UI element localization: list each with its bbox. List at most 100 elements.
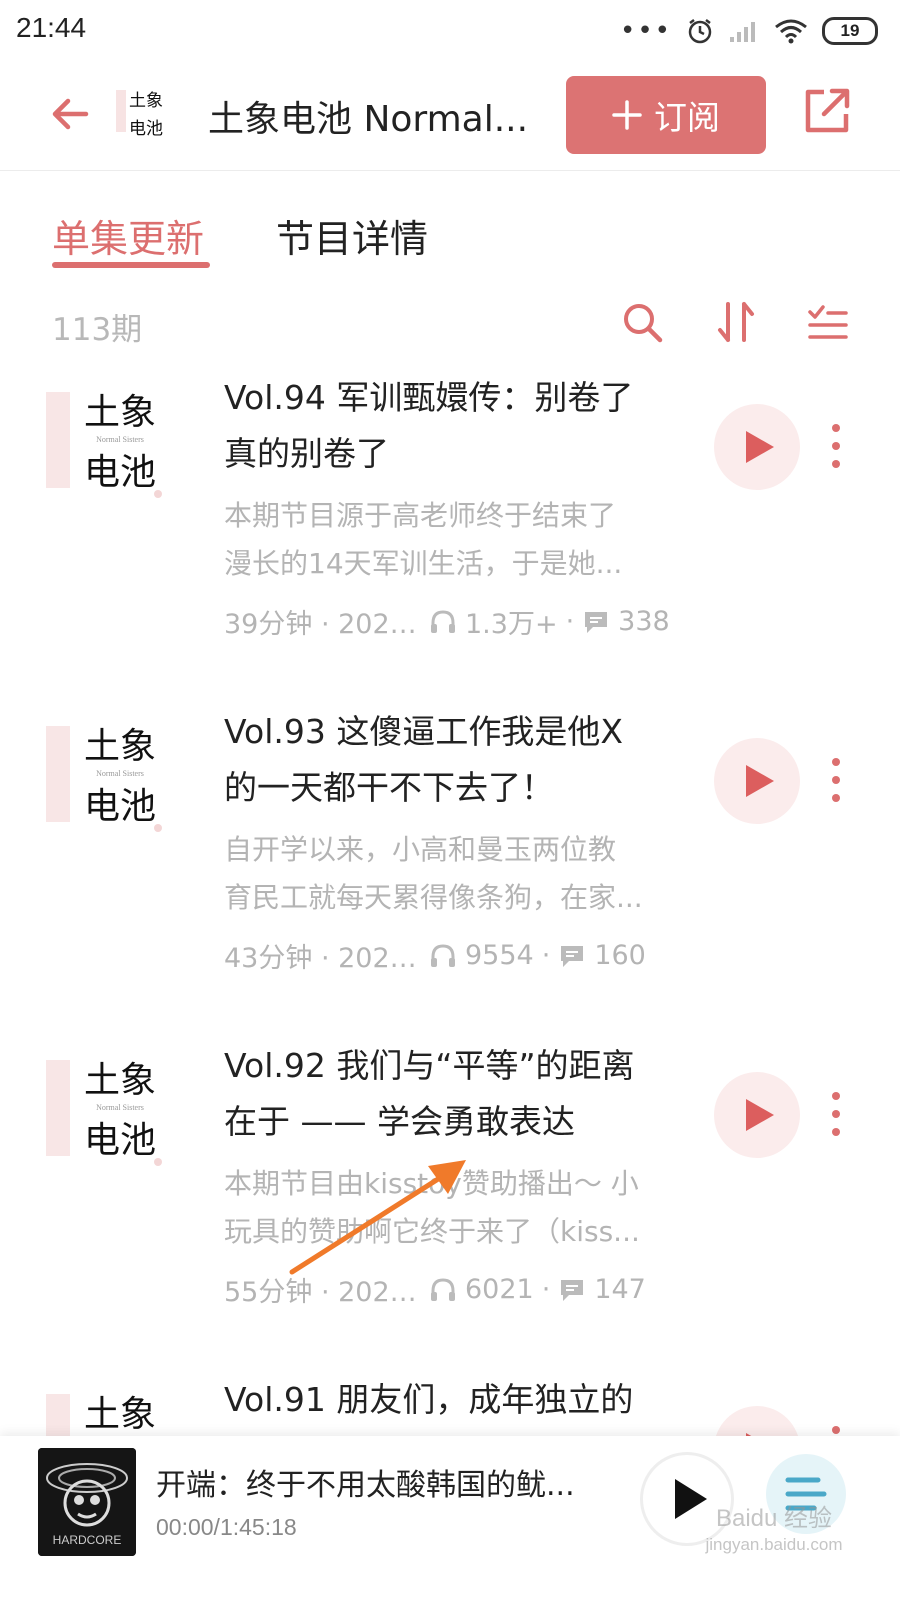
comment-icon	[561, 1279, 584, 1301]
status-bar: 21:44 ••• 19	[0, 0, 900, 62]
episode-title-line2: 在于 —— 学会勇敢表达	[224, 1102, 575, 1141]
episode-description: 自开学以来，小高和曼玉两位教 育民工就每天累得像条狗，在家...	[224, 826, 684, 922]
episode-duration-date: 43分钟 · 2022/...	[224, 943, 429, 974]
tab-bar: 单集更新 节目详情	[0, 170, 900, 280]
more-options-icon[interactable]	[824, 1084, 848, 1144]
episode-title[interactable]: Vol.94 军训甄嬛传：别卷了 真的别卷了	[224, 370, 674, 482]
svg-text:Normal Sisters: Normal Sisters	[96, 1103, 144, 1112]
episode-desc-line2: 玩具的赞助啊它终于来了（kiss...	[224, 1215, 640, 1248]
episode-cover-art[interactable]: 土象 Normal Sisters 电池	[46, 714, 186, 834]
episode-play-count: 1.3万+	[465, 609, 558, 640]
play-icon	[746, 431, 774, 463]
now-playing-time: 00:00/1:45:18	[156, 1514, 297, 1540]
episode-meta: 43分钟 · 2022/... 9554 · 160	[224, 936, 694, 975]
now-playing-title[interactable]: 开端：终于不用太酸韩国的鱿...	[156, 1460, 596, 1504]
subscribe-button[interactable]: 订阅	[566, 76, 766, 154]
back-arrow-icon[interactable]	[46, 90, 94, 138]
episode-title-line2: 真的别卷了	[224, 434, 389, 473]
episode-duration-date: 55分钟 · 2022/...	[224, 1277, 429, 1308]
watermark-line1: Baidu 经验	[715, 1505, 833, 1532]
episode-title-line1: Vol.93 这傻逼工作我是他X	[224, 712, 623, 751]
podcast-title: 土象电池 Normal...	[208, 99, 529, 140]
episode-play-button[interactable]	[714, 404, 800, 490]
episode-desc-line1: 本期节目由kisstoy赞助播出～ 小	[224, 1167, 639, 1200]
episode-count: 113期	[52, 312, 143, 348]
more-options-icon[interactable]	[824, 750, 848, 810]
episode-play-button[interactable]	[714, 738, 800, 824]
episode-cover-art[interactable]: 土象 Normal Sisters 电池	[46, 1048, 186, 1168]
battery-indicator: 19	[822, 17, 878, 45]
logo-text-bottom: 电池	[129, 119, 163, 139]
episode-meta: 55分钟 · 2022/... 6021 · 147	[224, 1270, 694, 1309]
episode-desc-line1: 自开学以来，小高和曼玉两位教	[224, 833, 617, 866]
episode-cover-art[interactable]: 土象 Normal Sisters 电池	[46, 380, 186, 500]
svg-text:Normal Sisters: Normal Sisters	[96, 769, 144, 778]
player-cover-art[interactable]: HARDCORE	[38, 1448, 136, 1556]
episode-desc-line2: 育民工就每天累得像条狗，在家...	[224, 881, 643, 914]
alarm-icon	[688, 19, 712, 44]
svg-text:土象: 土象	[84, 726, 156, 767]
baidu-watermark: Baidu 经验 jingyan.baidu.com	[684, 1506, 864, 1558]
plus-icon	[612, 100, 642, 130]
episode-cover-art[interactable]: 土象 Normal Sisters 电池	[46, 1382, 186, 1438]
more-options-icon[interactable]	[824, 1418, 848, 1438]
status-time: 21:44	[16, 12, 87, 43]
episode-comment-count: 160	[594, 940, 646, 971]
active-tab-indicator	[52, 262, 210, 268]
search-icon[interactable]	[620, 300, 664, 344]
play-icon	[746, 765, 774, 797]
svg-text:电池: 电池	[84, 1120, 156, 1161]
episode-comment-count: 147	[594, 1274, 646, 1305]
episode-title-line1: Vol.91 朋友们，成年独立的	[224, 1380, 634, 1419]
episode-item[interactable]: 土象 Normal Sisters 电池 Vol.92 我们与“平等”的距离 在…	[0, 1034, 900, 1374]
headphones-icon	[431, 1277, 455, 1301]
episode-play-button[interactable]	[714, 1406, 800, 1438]
comment-icon	[585, 611, 608, 633]
subscribe-label: 订阅	[654, 98, 720, 137]
logo-text-top: 土象	[129, 91, 163, 111]
play-icon	[746, 1433, 755, 1438]
list-toolbar: 113期	[0, 290, 900, 360]
svg-text:土象: 土象	[84, 1060, 156, 1101]
episode-item[interactable]: 土象 Normal Sisters 电池 Vol.94 军训甄嬛传：别卷了 真的…	[0, 366, 900, 706]
tab-episodes[interactable]: 单集更新	[52, 208, 204, 263]
episode-play-button[interactable]	[714, 1072, 800, 1158]
comment-icon	[561, 945, 584, 967]
tab-program-details[interactable]: 节目详情	[276, 208, 428, 263]
share-icon[interactable]	[802, 86, 852, 136]
episode-title[interactable]: Vol.93 这傻逼工作我是他X 的一天都干不下去了！	[224, 704, 674, 816]
episode-title-line1: Vol.94 军训甄嬛传：别卷了	[224, 378, 634, 417]
episode-title[interactable]: Vol.92 我们与“平等”的距离 在于 —— 学会勇敢表达	[224, 1038, 674, 1150]
episode-play-count: 9554	[465, 940, 534, 971]
sort-icon[interactable]	[714, 300, 758, 344]
headphones-icon	[431, 609, 455, 633]
episode-item[interactable]: 土象 Normal Sisters 电池 Vol.93 这傻逼工作我是他X 的一…	[0, 700, 900, 1040]
notification-dots: •••	[619, 16, 672, 46]
headphones-icon	[431, 943, 455, 967]
svg-text:电池: 电池	[84, 452, 156, 493]
episode-title[interactable]: Vol.91 朋友们，成年独立的	[224, 1372, 674, 1428]
episode-duration-date: 39分钟 · 2022...	[224, 609, 429, 640]
episode-desc-line2: 漫长的14天军训生活，于是她...	[224, 547, 623, 580]
episode-description: 本期节目由kisstoy赞助播出～ 小 玩具的赞助啊它终于来了（kiss...	[224, 1160, 684, 1256]
wifi-icon	[775, 19, 807, 44]
app-header: 土象 电池 土象电池 Normal... 订阅	[0, 62, 900, 171]
svg-text:土象: 土象	[84, 1394, 156, 1435]
watermark-line2: jingyan.baidu.com	[705, 1535, 843, 1554]
episode-title-line2: 的一天都干不下去了！	[224, 768, 554, 807]
svg-text:电池: 电池	[84, 786, 156, 827]
episode-desc-line1: 本期节目源于高老师终于结束了	[224, 499, 617, 532]
episode-description: 本期节目源于高老师终于结束了 漫长的14天军训生活，于是她...	[224, 492, 684, 588]
status-icons: ••• 19	[620, 14, 878, 48]
episode-play-count: 6021	[465, 1274, 534, 1305]
episode-item[interactable]: 土象 Normal Sisters 电池 Vol.91 朋友们，成年独立的	[0, 1368, 900, 1438]
signal-icon	[730, 22, 755, 42]
podcast-logo: 土象 电池	[116, 82, 176, 146]
episode-comment-count: 338	[618, 606, 670, 637]
play-icon	[746, 1099, 774, 1131]
episode-meta: 39分钟 · 2022... 1.3万+ · 338	[224, 602, 694, 641]
batch-select-icon[interactable]	[806, 300, 850, 344]
svg-text:土象: 土象	[84, 392, 156, 433]
cover-text: HARDCORE	[53, 1533, 122, 1547]
more-options-icon[interactable]	[824, 416, 848, 476]
